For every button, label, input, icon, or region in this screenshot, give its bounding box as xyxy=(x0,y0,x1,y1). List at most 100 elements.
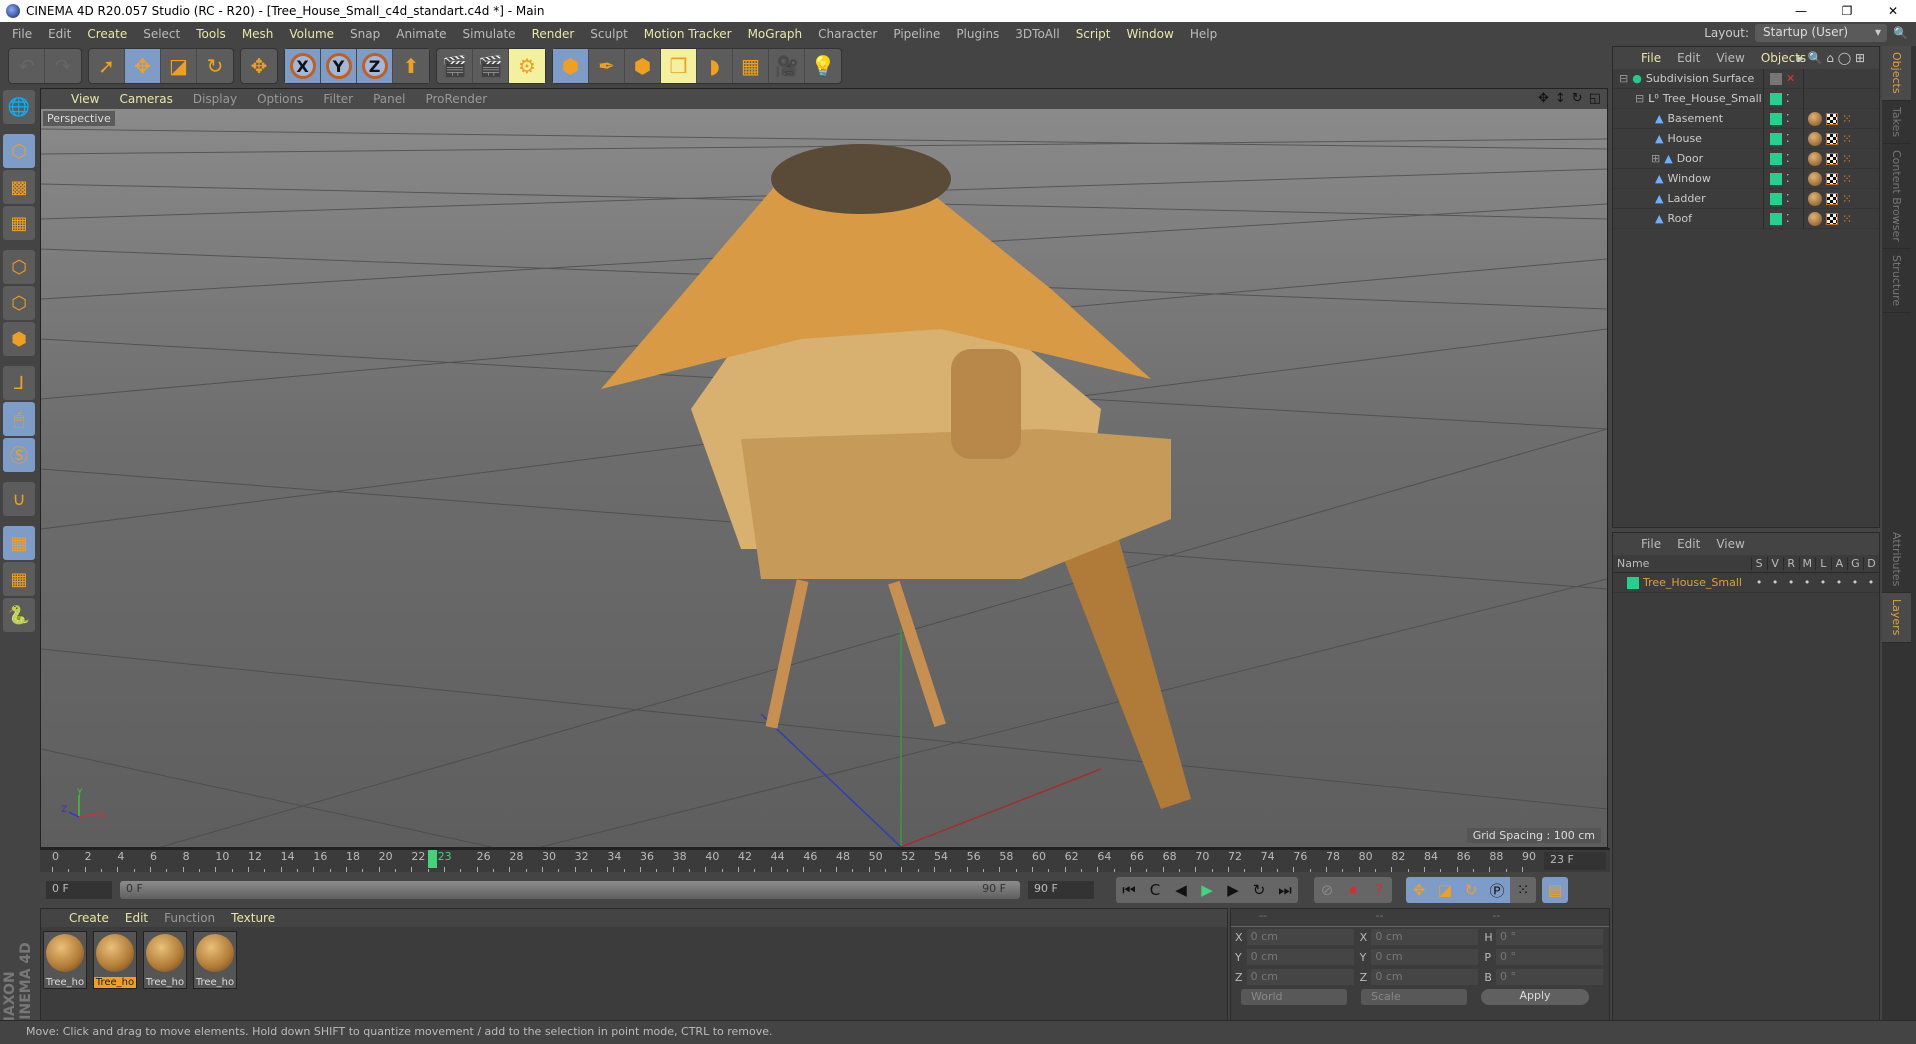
start-frame-field[interactable]: 0 F xyxy=(46,881,112,899)
minimize-icon[interactable]: — xyxy=(1778,4,1824,18)
visibility-dots-icon[interactable]: ⁚ xyxy=(1786,132,1790,145)
visibility-dots-icon[interactable]: ⁚ xyxy=(1786,212,1790,225)
axis-mode-icon[interactable]: ⅃ xyxy=(3,366,35,400)
play-icon[interactable]: ▶ xyxy=(1194,877,1220,903)
uvw-tag-icon[interactable] xyxy=(1826,212,1838,225)
apply-button[interactable]: Apply xyxy=(1481,989,1589,1005)
coordinate-field[interactable]: 0 cm xyxy=(1371,929,1479,945)
coordinate-field[interactable]: 0 ° xyxy=(1496,969,1604,985)
restore-icon[interactable]: ❐ xyxy=(1824,4,1870,18)
material-menu-function[interactable]: Function xyxy=(156,911,223,925)
viewport-menu-panel[interactable]: Panel xyxy=(363,92,415,106)
material-tag-icon[interactable] xyxy=(1808,151,1822,166)
tree-house-model[interactable] xyxy=(601,144,1191,809)
coordinate-field[interactable]: 0 cm xyxy=(1371,969,1479,985)
menu-mesh[interactable]: Mesh xyxy=(234,27,282,41)
viewport-menu-prorender[interactable]: ProRender xyxy=(415,92,497,106)
python-icon[interactable]: 🐍 xyxy=(3,598,35,632)
timeline-ruler[interactable]: 0 2 4 6 8 10 12 14 16 18 20 22 26 28 30 32 34 36 38 40 42 44 4… xyxy=(40,848,1610,872)
phong-tag-icon[interactable]: ⁙ xyxy=(1842,152,1852,166)
key-scale-icon[interactable]: ◪ xyxy=(1432,877,1458,903)
side-tab-attributes[interactable]: Attributes xyxy=(1882,526,1911,594)
workplane-align-icon[interactable]: ▦ xyxy=(3,562,35,596)
edges-mode-icon[interactable]: ⬡ xyxy=(3,286,35,320)
autokeying-icon[interactable]: ⏺ xyxy=(1340,877,1366,903)
menu-help[interactable]: Help xyxy=(1182,27,1225,41)
viewport-menu-view[interactable]: View xyxy=(61,92,109,106)
layer-column-g[interactable]: G xyxy=(1846,557,1863,570)
layer-menu-file[interactable]: File xyxy=(1633,537,1669,551)
layer-column-m[interactable]: M xyxy=(1798,557,1815,570)
go-to-start-icon[interactable]: ⏮ xyxy=(1116,877,1142,903)
render-settings-icon[interactable]: ⚙ xyxy=(509,49,545,83)
workplane-lock-icon[interactable]: ▦ xyxy=(3,526,35,560)
menu-animate[interactable]: Animate xyxy=(388,27,454,41)
timeline-playhead[interactable] xyxy=(427,850,437,868)
menu-snap[interactable]: Snap xyxy=(342,27,388,41)
key-rotation-icon[interactable]: ↻ xyxy=(1458,877,1484,903)
object-row[interactable]: ⊞ ▲ Door ⁚ ⁙ xyxy=(1613,148,1879,169)
menu-simulate[interactable]: Simulate xyxy=(455,27,524,41)
magnet-icon[interactable]: ∪ xyxy=(3,482,35,516)
object-row[interactable]: ▲ Roof ⁚ ⁙ xyxy=(1613,208,1879,229)
camera-label[interactable]: Perspective xyxy=(43,111,115,126)
visibility-dots-icon[interactable]: ⁚ xyxy=(1786,192,1790,205)
record-keys-disabled-icon[interactable]: ⊘ xyxy=(1314,877,1340,903)
axis-z-lock-button[interactable]: Z xyxy=(357,49,393,83)
workplane-mode-icon[interactable]: ▦ xyxy=(3,206,35,240)
side-tab-takes[interactable]: Takes xyxy=(1882,101,1911,144)
layer-color-icon[interactable] xyxy=(1770,132,1782,145)
menu-edit[interactable]: Edit xyxy=(40,27,79,41)
layer-color-icon[interactable] xyxy=(1770,112,1782,125)
keyframe-selection-icon[interactable]: ? xyxy=(1366,877,1392,903)
layer-column-r[interactable]: R xyxy=(1782,557,1799,570)
layer-color-icon[interactable] xyxy=(1770,212,1782,225)
material-tag-icon[interactable] xyxy=(1808,111,1822,126)
menu-pipeline[interactable]: Pipeline xyxy=(885,27,948,41)
coordinate-field[interactable]: 0 cm xyxy=(1246,949,1354,965)
menu-volume[interactable]: Volume xyxy=(281,27,342,41)
phong-tag-icon[interactable]: ⁙ xyxy=(1842,172,1852,186)
orbit-view-icon[interactable]: ↻ xyxy=(1572,91,1583,106)
phong-tag-icon[interactable]: ⁙ xyxy=(1842,132,1852,146)
render-icon[interactable]: • xyxy=(1783,576,1799,589)
current-frame-field[interactable]: 23 F xyxy=(1544,852,1606,870)
frame-range-slider[interactable]: 0 F 90 F xyxy=(120,881,1020,899)
cube-primitive-icon[interactable]: ⬢ xyxy=(553,49,589,83)
expand-toggle-icon[interactable]: ⊞ xyxy=(1651,152,1660,165)
material-swatch[interactable]: Tree_ho xyxy=(193,931,237,989)
maximize-view-icon[interactable]: ◱ xyxy=(1589,91,1601,106)
end-frame-field[interactable]: 90 F xyxy=(1028,881,1094,899)
menu-mograph[interactable]: MoGraph xyxy=(740,27,811,41)
object-menu-file[interactable]: File xyxy=(1633,51,1669,65)
texture-mode-icon[interactable]: ▩ xyxy=(3,170,35,204)
next-frame-icon[interactable]: ▶ xyxy=(1220,877,1246,903)
cloner-icon[interactable]: ❒ xyxy=(661,49,697,83)
select-arrow-icon[interactable]: ➚ xyxy=(89,49,125,83)
pan-view-icon[interactable]: ✥ xyxy=(1538,91,1549,106)
material-swatch[interactable]: Tree_ho xyxy=(93,931,137,989)
render-picture-viewer-icon[interactable]: 🎬 xyxy=(473,49,509,83)
menu-character[interactable]: Character xyxy=(810,27,885,41)
phong-tag-icon[interactable]: ⁙ xyxy=(1842,212,1852,226)
layer-menu-view[interactable]: View xyxy=(1708,537,1752,551)
material-tag-icon[interactable] xyxy=(1808,171,1822,186)
visibility-dots-icon[interactable]: ⁚ xyxy=(1786,172,1790,185)
snap-icon[interactable]: Ⓢ xyxy=(3,438,35,472)
menu-3dtoall[interactable]: 3DToAll xyxy=(1007,27,1067,41)
layer-column-l[interactable]: L xyxy=(1814,557,1831,570)
phong-tag-icon[interactable]: ⁙ xyxy=(1842,112,1852,126)
spline-pen-icon[interactable]: ✒ xyxy=(589,49,625,83)
coordinate-field[interactable]: 0 cm xyxy=(1246,929,1354,945)
animation-icon[interactable]: • xyxy=(1831,576,1847,589)
layer-column-d[interactable]: D xyxy=(1862,557,1879,570)
layout-dropdown[interactable]: Startup (User) xyxy=(1755,24,1888,42)
render-view-icon[interactable]: 🎬 xyxy=(437,49,473,83)
side-tab-content-browser[interactable]: Content Browser xyxy=(1882,144,1911,249)
coordinate-field[interactable]: 0 ° xyxy=(1496,949,1604,965)
object-menu-view[interactable]: View xyxy=(1708,51,1752,65)
move-icon[interactable]: ✥ xyxy=(125,49,161,83)
expand-toggle-icon[interactable]: ⊟ xyxy=(1635,92,1644,105)
material-tag-icon[interactable] xyxy=(1808,191,1822,206)
axis-y-lock-button[interactable]: Y xyxy=(321,49,357,83)
